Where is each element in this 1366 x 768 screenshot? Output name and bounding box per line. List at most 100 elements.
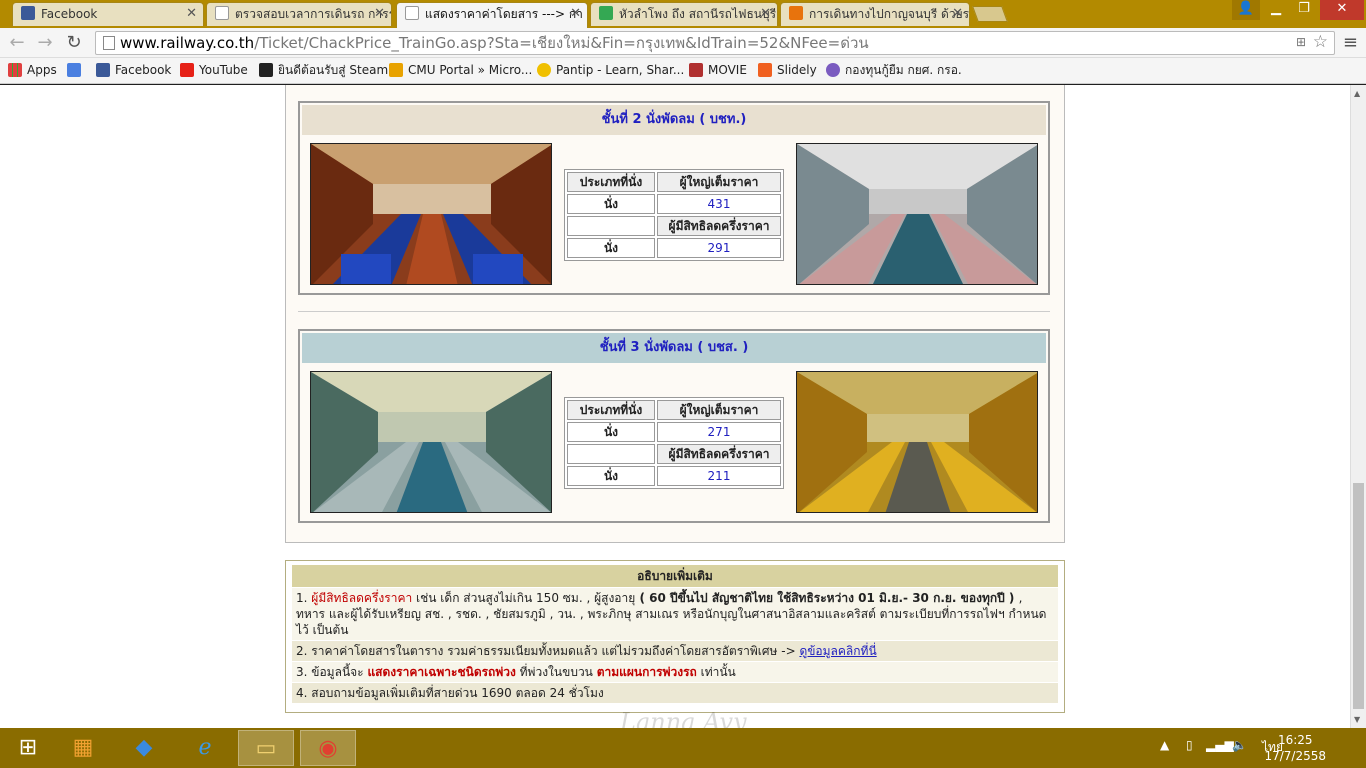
bookmark-label: YouTube — [199, 63, 248, 77]
close-tab-icon[interactable]: ✕ — [570, 3, 581, 25]
additional-info-box: อธิบายเพิ่มเติม 1. ผู้มีสิทธิลดครึ่งราคา… — [285, 560, 1065, 713]
clock-date: 17/7/2558 — [1264, 749, 1326, 763]
header-half-price: ผู้มีสิทธิลดครึ่งราคา — [657, 444, 781, 464]
close-tab-icon[interactable]: ✕ — [186, 3, 197, 25]
header-half-price: ผู้มีสิทธิลดครึ่งราคา — [657, 216, 781, 236]
movie-icon — [689, 63, 703, 77]
volume-icon[interactable]: 🔈 — [1232, 738, 1247, 752]
info-text: เช่น เด็ก ส่วนสูงไม่เกิน 150 ซม. , ผู้สู… — [412, 591, 636, 605]
header-adult-price: ผู้ใหญ่เต็มราคา — [657, 400, 781, 420]
signal-icon[interactable]: ▂▄▆ — [1206, 738, 1234, 752]
forward-arrow-icon[interactable]: → — [34, 32, 56, 54]
browser-toolbar: ← → ↻ www.railway.co.th/Ticket/ChackPric… — [0, 28, 1366, 58]
tab-facebook[interactable]: Facebook ✕ — [12, 2, 204, 26]
tab-title: การเดินทางไปกาญจนบุรี ด้วยร — [809, 7, 970, 21]
system-clock[interactable]: 16:25 17/7/2558 — [1264, 732, 1326, 764]
windows-start-icon[interactable]: ⊞ — [0, 730, 56, 766]
page-icon — [405, 6, 419, 20]
dropbox-icon[interactable]: ◆ — [116, 730, 172, 766]
class-2-title: ชั้นที่ 2 นั่งพัดลม ( บชท.) — [302, 105, 1046, 135]
bookmark-pantip[interactable]: Pantip - Learn, Shar... — [537, 62, 684, 78]
reload-icon[interactable]: ↻ — [63, 32, 85, 54]
close-tab-icon[interactable]: ✕ — [760, 3, 771, 25]
steam-icon — [259, 63, 273, 77]
header-adult-price: ผู้ใหญ่เต็มราคา — [657, 172, 781, 192]
bookmark-label: ยินดีต้อนรับสู่ Steam — [278, 63, 389, 77]
scroll-down-icon[interactable]: ▼ — [1354, 715, 1360, 724]
close-window-button[interactable]: ✕ — [1320, 0, 1364, 20]
bookmark-label: กองทุนกู้ยืม กยศ. กรอ. — [845, 63, 962, 77]
bookmark-movie[interactable]: MOVIE — [689, 62, 747, 78]
adult-price-value: 271 — [657, 422, 781, 442]
special-fare-link[interactable]: ดูข้อมูลคลิกที่นี่ — [799, 644, 876, 658]
close-tab-icon[interactable]: ✕ — [952, 3, 963, 25]
seat-type-value: นั่ง — [567, 238, 655, 258]
tab-fare-price[interactable]: แสดงราคาค่าโดยสาร ---> กา ✕ — [396, 2, 588, 28]
vertical-scrollbar[interactable]: ▲ ▼ — [1350, 85, 1366, 728]
fare-container: ชั้นที่ 2 นั่งพัดลม ( บชท.) ประเภทที่นั่… — [285, 85, 1065, 543]
info-item-4: 4. สอบถามข้อมูลเพิ่มเติมที่สายด่วน 1690 … — [292, 683, 1058, 703]
seat-type-value: นั่ง — [567, 422, 655, 442]
clock-time: 16:25 — [1277, 733, 1313, 747]
fund-icon — [826, 63, 840, 77]
empty-cell — [567, 216, 655, 236]
show-hidden-icons-icon[interactable]: ▲ — [1160, 738, 1169, 752]
class-2-interior-photo-pink — [796, 143, 1038, 285]
bookmark-google[interactable] — [67, 62, 86, 78]
address-bar[interactable]: www.railway.co.th/Ticket/ChackPrice_Trai… — [95, 31, 1335, 55]
scrollbar-thumb[interactable] — [1353, 483, 1364, 709]
chrome-icon[interactable]: ◉ — [300, 730, 356, 766]
tab-check-schedule[interactable]: ตรวจสอบเวลาการเดินรถ การร ✕ — [206, 2, 392, 26]
info-item-3: 3. ข้อมูลนี้จะ แสดงราคาเฉพาะชนิดรถพ่วง ท… — [292, 662, 1058, 682]
bookmark-star-icon[interactable]: ☆ — [1313, 32, 1328, 52]
bookmark-label: Slidely — [777, 63, 817, 77]
empty-cell — [567, 444, 655, 464]
page-icon — [215, 6, 229, 20]
scroll-up-icon[interactable]: ▲ — [1354, 89, 1360, 98]
bookmark-label: CMU Portal » Micro... — [408, 63, 533, 77]
tab-title: Facebook — [41, 7, 98, 21]
back-arrow-icon[interactable]: ← — [6, 32, 28, 54]
info-text: ที่พ่วงในขบวน — [515, 665, 597, 679]
menu-icon[interactable]: ≡ — [1343, 32, 1358, 53]
file-explorer-icon[interactable]: ▭ — [238, 730, 294, 766]
bookmark-steam[interactable]: ยินดีต้อนรับสู่ Steam — [259, 62, 388, 78]
store-apps-icon[interactable]: ▦ — [55, 730, 111, 766]
half-price-value: 291 — [657, 238, 781, 258]
bookmark-apps[interactable]: Apps — [8, 62, 57, 78]
close-tab-icon[interactable]: ✕ — [374, 3, 385, 25]
info-number: 1. — [296, 591, 308, 605]
seat-type-value: นั่ง — [567, 466, 655, 486]
restore-button[interactable]: ❐ — [1290, 0, 1318, 20]
windows-taskbar: ⊞ ▦ ◆ ℯ ▭ ◉ ▲ ▯ ▂▄▆ 🔈 ไทย 16:25 17/7/255… — [0, 728, 1366, 768]
seat-type-value: นั่ง — [567, 194, 655, 214]
bookmark-slidely[interactable]: Slidely — [758, 62, 817, 78]
class-3-interior-photo-yellow — [796, 371, 1038, 513]
maps-icon — [599, 6, 613, 20]
bookmark-label: Pantip - Learn, Shar... — [556, 63, 685, 77]
bookmarks-bar: Apps Facebook YouTube ยินดีต้อนรับสู่ St… — [0, 58, 1366, 84]
slidely-icon — [758, 63, 772, 77]
google-icon — [67, 63, 81, 77]
header-seat-type: ประเภทที่นั่ง — [567, 400, 655, 420]
internet-explorer-icon[interactable]: ℯ — [177, 730, 233, 766]
class-2-interior-photo-blue — [310, 143, 552, 285]
user-icon[interactable]: 👤 — [1232, 0, 1260, 20]
info-highlight: ผู้มีสิทธิลดครึ่งราคา — [311, 591, 413, 605]
new-tab-button[interactable] — [972, 6, 1008, 22]
bookmark-student-fund[interactable]: กองทุนกู้ยืม กยศ. กรอ. — [826, 62, 962, 78]
tab-kanchanaburi[interactable]: การเดินทางไปกาญจนบุรี ด้วยร ✕ — [780, 2, 970, 26]
translate-icon[interactable]: ⊞ — [1296, 35, 1306, 49]
minimize-button[interactable]: ▁ — [1262, 0, 1290, 20]
section-divider — [298, 311, 1050, 312]
bookmark-cmu-portal[interactable]: CMU Portal » Micro... — [389, 62, 532, 78]
tab-title: หัวลำโพง ถึง สถานีรถไฟธนบุรี — [619, 7, 777, 21]
info-text: 3. ข้อมูลนี้จะ — [296, 665, 368, 679]
class-2-price-table: ประเภทที่นั่ง ผู้ใหญ่เต็มราคา นั่ง 431 ผ… — [564, 169, 784, 261]
bookmark-facebook[interactable]: Facebook — [96, 62, 171, 78]
info-text: 2. ราคาค่าโดยสารในตาราง รวมค่าธรรมเนียมท… — [296, 644, 800, 658]
bookmark-youtube[interactable]: YouTube — [180, 62, 248, 78]
info-item-1: 1. ผู้มีสิทธิลดครึ่งราคา เช่น เด็ก ส่วนส… — [292, 588, 1058, 640]
battery-icon[interactable]: ▯ — [1186, 738, 1193, 752]
tab-maps[interactable]: หัวลำโพง ถึง สถานีรถไฟธนบุรี ✕ — [590, 2, 778, 26]
